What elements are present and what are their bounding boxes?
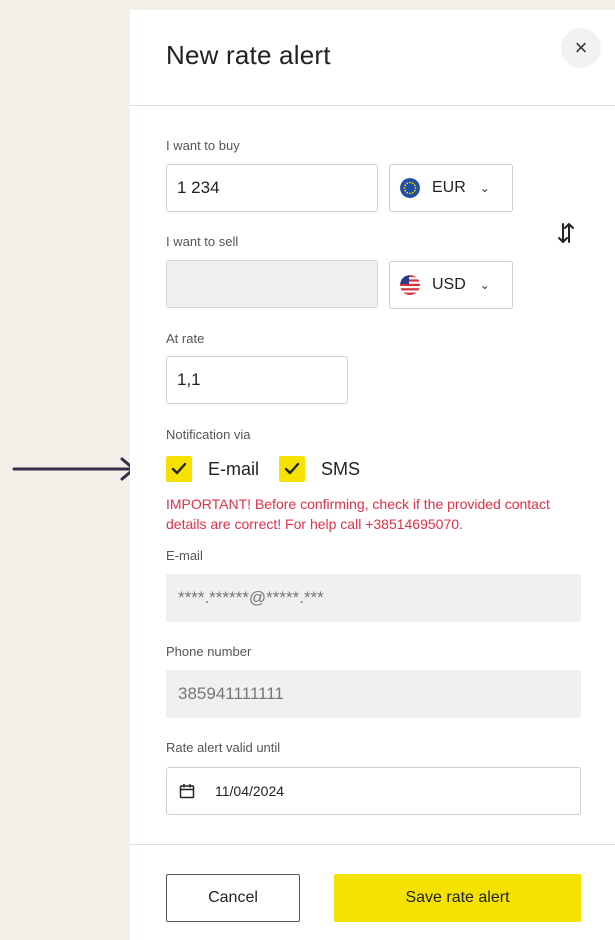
buy-currency-code: EUR bbox=[432, 179, 466, 196]
valid-until-label: Rate alert valid until bbox=[166, 740, 281, 755]
dialog-header: New rate alert × bbox=[130, 10, 615, 106]
rate-label: At rate bbox=[166, 331, 205, 346]
footer-divider bbox=[130, 844, 615, 845]
close-icon: × bbox=[574, 35, 588, 60]
sell-currency-code: USD bbox=[432, 276, 466, 293]
chevron-down-icon: ⌄ bbox=[479, 181, 490, 195]
sms-checkbox[interactable] bbox=[279, 456, 306, 482]
rate-alert-dialog: New rate alert × I want to buy 1 234 EUR… bbox=[130, 10, 615, 940]
annotation-arrow-icon bbox=[12, 457, 136, 481]
chevron-down-icon: ⌄ bbox=[479, 278, 490, 292]
buy-amount-input[interactable]: 1 234 bbox=[166, 164, 378, 212]
rate-input[interactable]: 1,1 bbox=[166, 356, 348, 404]
notification-options: E-mail SMS bbox=[166, 455, 380, 483]
close-button[interactable]: × bbox=[561, 28, 601, 68]
valid-until-date-input[interactable]: 11/04/2024 bbox=[166, 767, 581, 815]
checkmark-icon bbox=[284, 462, 300, 475]
sell-currency-select[interactable]: USD ⌄ bbox=[389, 261, 513, 309]
us-flag-icon bbox=[400, 275, 420, 295]
notification-label: Notification via bbox=[166, 427, 251, 442]
phone-field: 385941111111 bbox=[166, 670, 581, 718]
checkmark-icon bbox=[171, 462, 187, 475]
eu-flag-icon bbox=[400, 178, 420, 198]
cancel-button[interactable]: Cancel bbox=[166, 874, 300, 922]
buy-amount-value: 1 234 bbox=[177, 178, 220, 197]
save-rate-alert-button[interactable]: Save rate alert bbox=[334, 874, 581, 922]
buy-currency-select[interactable]: EUR ⌄ bbox=[389, 164, 513, 212]
contact-warning-text: IMPORTANT! Before confirming, check if t… bbox=[166, 496, 550, 532]
calendar-icon bbox=[179, 784, 195, 799]
email-value: ****.******@*****.*** bbox=[178, 588, 324, 607]
sell-label: I want to sell bbox=[166, 234, 239, 249]
rate-value: 1,1 bbox=[177, 370, 201, 389]
email-field: ****.******@*****.*** bbox=[166, 574, 581, 622]
phone-value: 385941111111 bbox=[178, 684, 284, 703]
email-checkbox-label: E-mail bbox=[208, 458, 260, 479]
sell-amount-input[interactable] bbox=[166, 260, 378, 308]
buy-label: I want to buy bbox=[166, 138, 240, 153]
email-checkbox[interactable] bbox=[166, 456, 192, 482]
swap-arrows-icon[interactable] bbox=[556, 220, 576, 246]
sms-checkbox-label: SMS bbox=[321, 458, 361, 479]
dialog-title: New rate alert bbox=[166, 40, 331, 70]
email-label: E-mail bbox=[166, 548, 203, 563]
valid-until-value: 11/04/2024 bbox=[215, 783, 285, 799]
phone-label: Phone number bbox=[166, 644, 252, 659]
